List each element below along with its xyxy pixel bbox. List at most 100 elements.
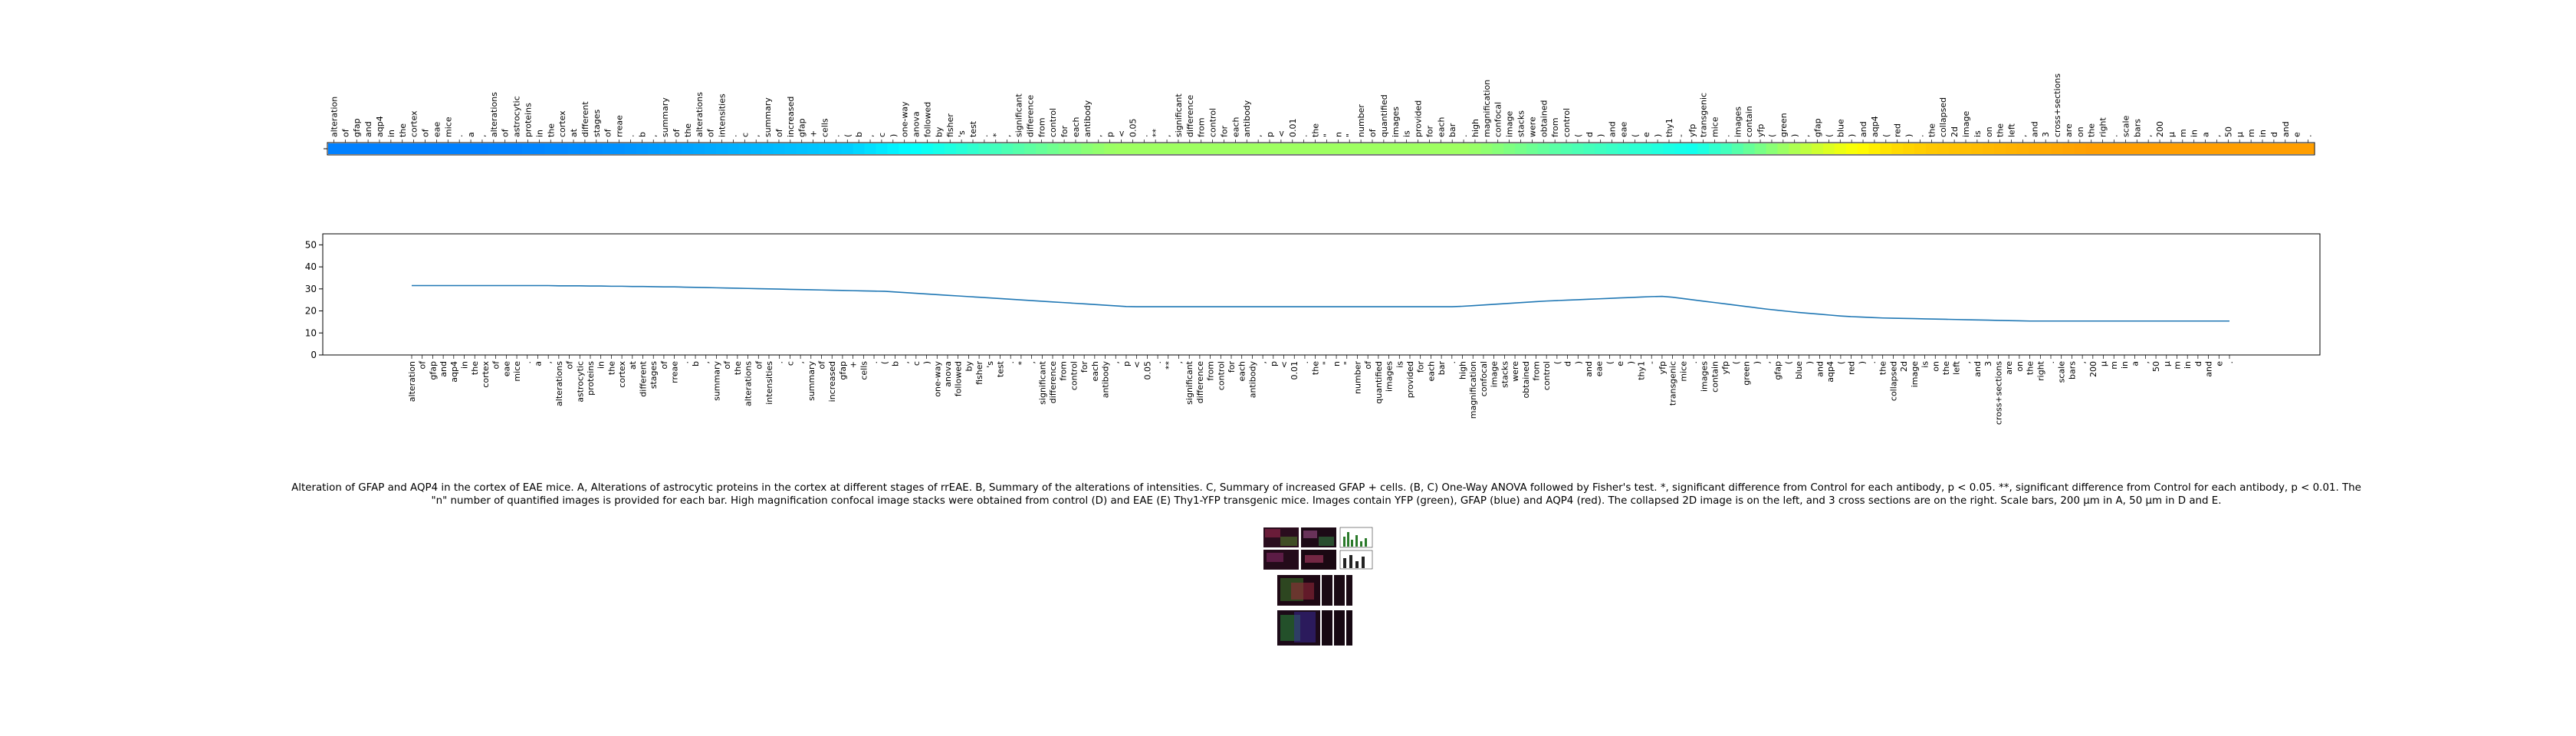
x-tick-label: anova <box>943 361 953 387</box>
x-tick-label: , <box>1027 361 1037 364</box>
x-tick-label: . <box>1006 361 1016 364</box>
heatmap-cell <box>2200 143 2212 154</box>
heatmap-token-label: , <box>649 135 659 138</box>
x-tick-label: of <box>565 360 575 370</box>
heatmap-token-label: and <box>1858 121 1868 137</box>
heatmap-cell <box>1618 143 1630 154</box>
x-tick-label: proteins <box>586 361 596 396</box>
heatmap-cell <box>1731 143 1744 154</box>
heatmap-cell <box>396 143 409 154</box>
heatmap-token-label: ) <box>889 134 899 137</box>
heatmap-token-label: of <box>774 128 784 137</box>
heatmap-cell <box>339 143 352 154</box>
heatmap-cell <box>453 143 466 154</box>
x-tick-label: . <box>1153 361 1163 364</box>
heatmap-token-label: proteins <box>523 103 533 137</box>
heatmap-cell <box>1937 143 1950 154</box>
heatmap-cell <box>1663 143 1676 154</box>
heatmap-cell <box>2233 143 2246 154</box>
heatmap-token-label: ) <box>1790 134 1800 137</box>
heatmap-token-label: the <box>1927 123 1937 137</box>
heatmap-cell <box>1252 143 1265 154</box>
heatmap-token-label: antibody <box>1242 100 1252 137</box>
heatmap-token-label: eae <box>1618 121 1628 137</box>
x-tick-label: rreae <box>670 361 680 383</box>
heatmap-cell <box>2062 143 2075 154</box>
heatmap-cell <box>1446 143 1459 154</box>
x-tick-label: from <box>1206 361 1216 381</box>
heatmap-cell <box>1709 143 1721 154</box>
heatmap-cell <box>738 143 751 154</box>
x-tick-label: left <box>1952 360 1962 375</box>
x-tick-label: ) <box>922 361 932 364</box>
y-tick-label: 40 <box>305 261 317 272</box>
heatmap-cell <box>1070 143 1083 154</box>
heatmap-cell <box>705 143 717 154</box>
heatmap-cell <box>659 143 672 154</box>
heatmap-token-label: and <box>1608 121 1618 137</box>
heatmap-cell <box>2256 143 2269 154</box>
x-tick-label: for <box>1416 361 1426 373</box>
x-tick-label: antibody <box>1247 361 1257 399</box>
heatmap-token-label: image <box>1505 111 1515 137</box>
heatmap-cell <box>1389 143 1401 154</box>
heatmap-token-label: ) <box>1847 134 1857 137</box>
figure-canvas: alteration of gfap and aqp4 in the cortex of eae m… <box>0 0 2576 736</box>
x-tick-label: stages <box>649 361 659 389</box>
x-tick-label: in <box>2120 361 2130 369</box>
heatmap-cell <box>807 143 820 154</box>
heatmap-token-label: of <box>501 128 511 137</box>
heatmap-cell <box>647 143 660 154</box>
x-tick-label: . <box>2225 361 2235 364</box>
heatmap-token-label: ( <box>843 134 853 137</box>
heatmap-token-label: obtained <box>1539 100 1549 137</box>
heatmap-cell <box>1492 143 1504 154</box>
x-tick-label: blue <box>1794 361 1804 380</box>
x-tick-label: confocal <box>1479 361 1489 396</box>
heatmap-cell <box>910 143 922 154</box>
x-tick-label: ( <box>1552 361 1562 364</box>
x-tick-label: stacks <box>1500 361 1510 388</box>
x-tick-label: the <box>1878 361 1888 375</box>
x-tick-label: of <box>722 360 732 370</box>
x-tick-label: 0.05 <box>1142 361 1152 380</box>
heatmap-cell <box>1595 143 1607 154</box>
heatmap-token-label: anova <box>912 111 922 137</box>
x-tick-label: the <box>733 361 743 375</box>
heatmap-cell <box>761 143 774 154</box>
heatmap-cell <box>1560 143 1573 154</box>
heatmap-cell <box>2188 143 2200 154</box>
x-tick-label: image <box>1490 361 1500 387</box>
heatmap-token-label: a <box>466 132 476 137</box>
heatmap-token-label: " <box>1345 133 1355 137</box>
heatmap-cell <box>373 143 386 154</box>
heatmap-token-label: astrocytic <box>512 96 522 137</box>
x-tick-label: eae <box>1595 361 1605 377</box>
heatmap-cell <box>1857 143 1870 154</box>
heatmap-cell <box>1845 143 1858 154</box>
heatmap-token-label: ( <box>1573 134 1583 137</box>
x-tick-label: aqp4 <box>1825 361 1835 383</box>
x-tick-label: . <box>523 361 533 364</box>
x-tick-label: 50 <box>2151 361 2161 372</box>
x-tick-label: from <box>1531 361 1541 381</box>
heatmap-token-label: from <box>1037 117 1046 137</box>
x-tick-label: mice <box>512 361 522 382</box>
heatmap-token-label: alteration <box>329 97 339 137</box>
heatmap-token-label: cross+sections <box>2052 74 2062 137</box>
heatmap-token-label: , <box>2144 135 2154 138</box>
heatmap-token-label: . <box>1459 135 1469 138</box>
heatmap-token-label: stages <box>592 109 602 137</box>
heatmap-cell <box>1366 143 1379 154</box>
heatmap-token-label: are <box>2064 123 2074 137</box>
heatmap-token-label: each <box>1230 117 1240 137</box>
heatmap-token-label: mice <box>443 117 453 137</box>
heatmap-token-label: increased <box>786 97 796 137</box>
heatmap-cell <box>476 143 488 154</box>
heatmap-token-label: scale <box>2121 115 2131 137</box>
heatmap-token-label: . <box>1139 135 1149 138</box>
heatmap-cell <box>1754 143 1767 154</box>
heatmap-token-label: for <box>1424 125 1434 137</box>
x-tick-label: a <box>533 361 543 366</box>
heatmap-token-label: at <box>569 128 579 137</box>
